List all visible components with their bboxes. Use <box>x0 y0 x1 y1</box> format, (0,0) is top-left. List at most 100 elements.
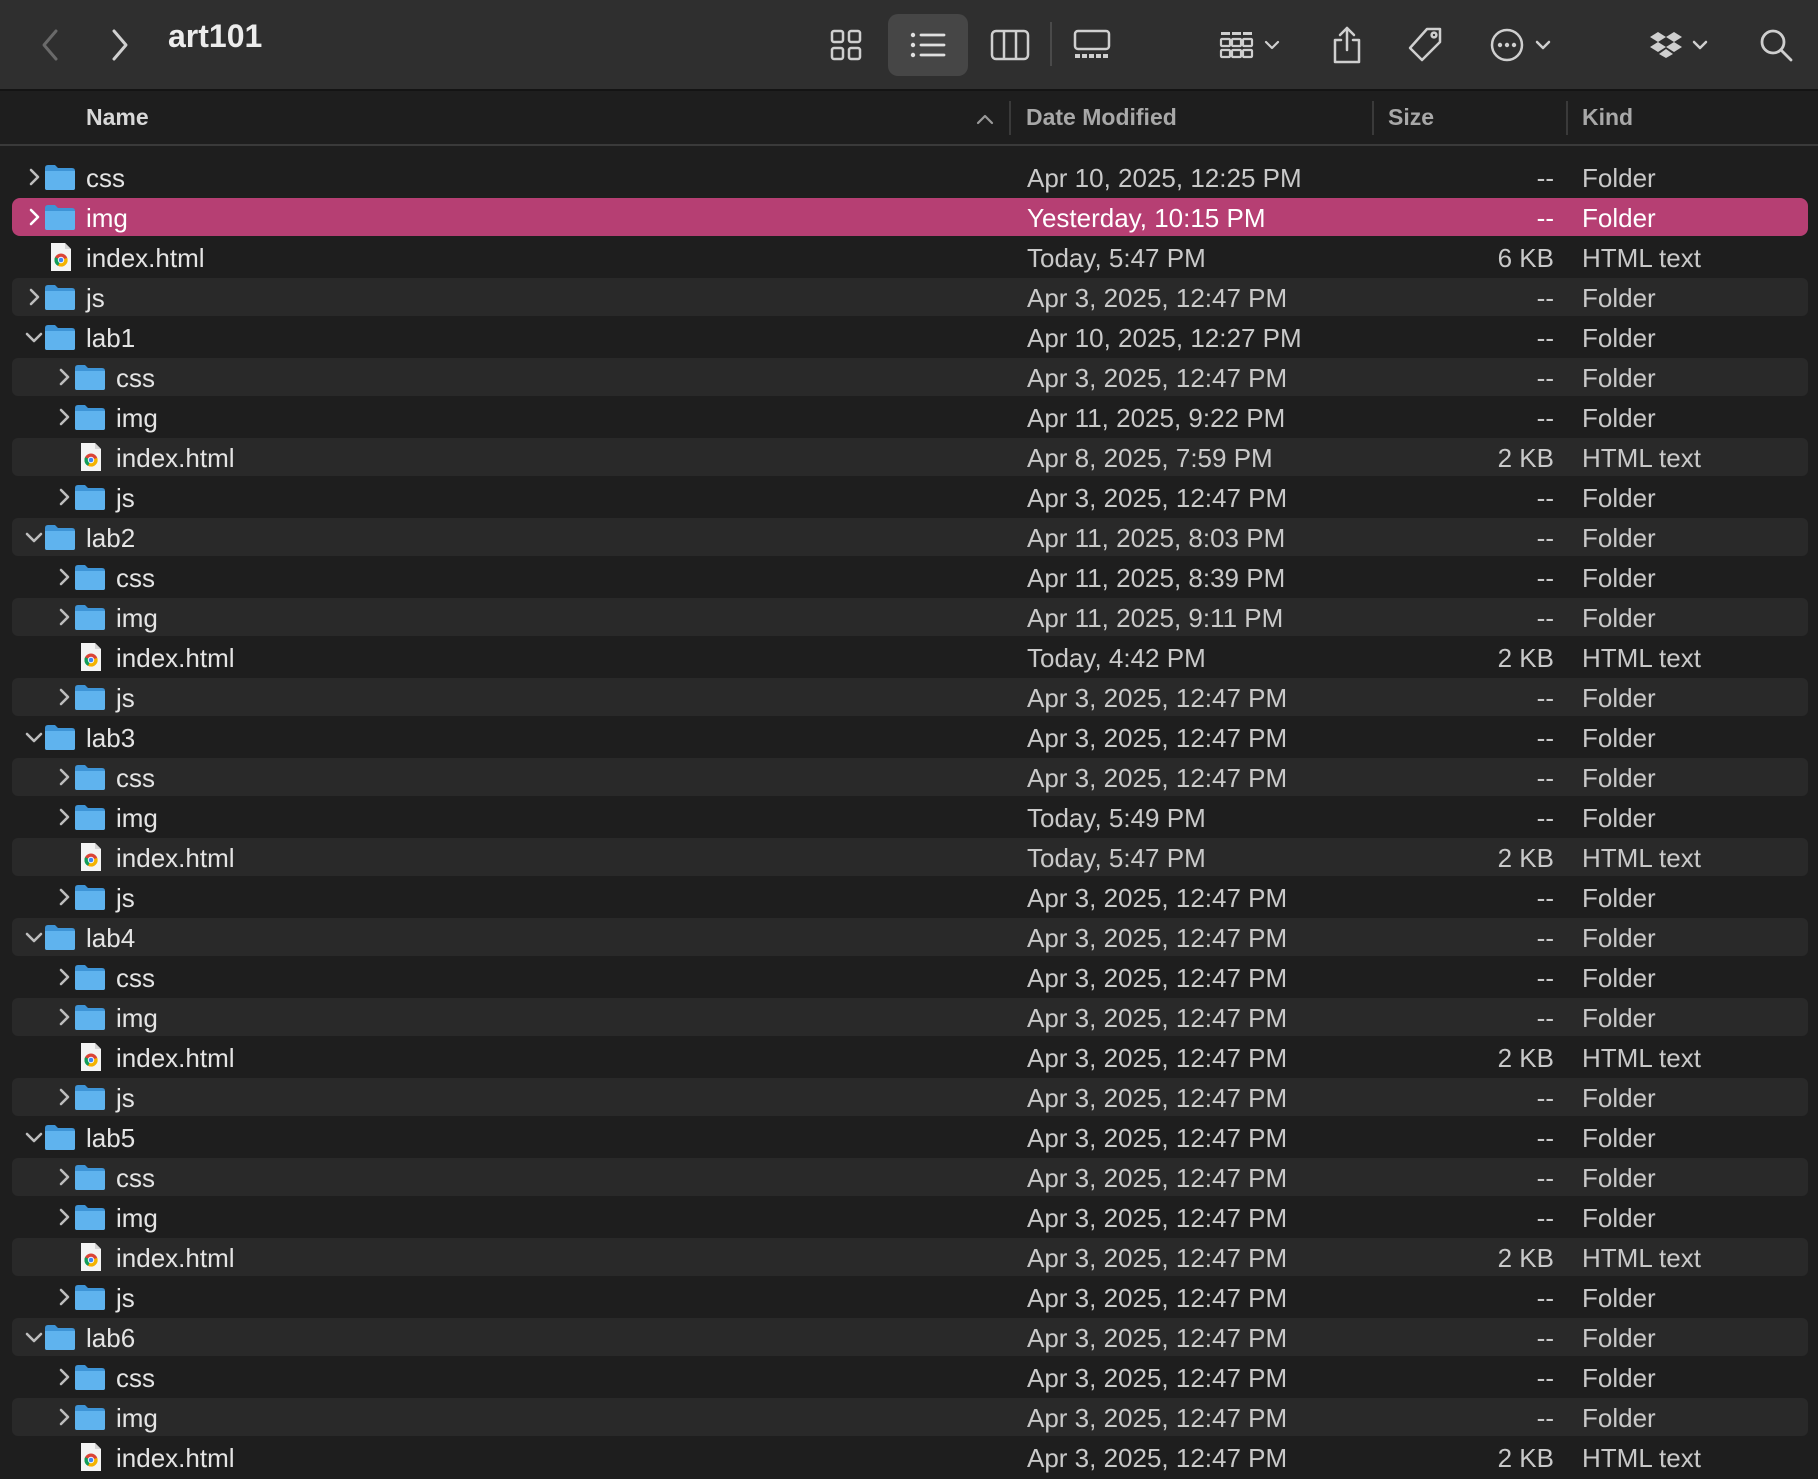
folder-row[interactable]: lab1 Apr 10, 2025, 12:27 PM -- Folder <box>12 318 1808 356</box>
folder-row[interactable]: lab5 Apr 3, 2025, 12:47 PM -- Folder <box>12 1118 1808 1156</box>
folder-row[interactable]: img Apr 3, 2025, 12:47 PM -- Folder <box>12 1398 1808 1436</box>
forward-icon[interactable] <box>100 14 140 76</box>
folder-row[interactable]: lab4 Apr 3, 2025, 12:47 PM -- Folder <box>12 918 1808 956</box>
item-name: index.html <box>116 1443 235 1473</box>
folder-row[interactable]: img Apr 11, 2025, 9:11 PM -- Folder <box>12 598 1808 636</box>
folder-row[interactable]: img Apr 3, 2025, 12:47 PM -- Folder <box>12 1198 1808 1236</box>
html-file-icon <box>74 842 106 879</box>
item-name: lab5 <box>86 1123 136 1153</box>
folder-row[interactable]: img Apr 3, 2025, 12:47 PM -- Folder <box>12 998 1808 1036</box>
folder-row[interactable]: img Today, 5:49 PM -- Folder <box>12 798 1808 836</box>
item-date-modified: Apr 3, 2025, 12:47 PM <box>1027 1443 1288 1473</box>
file-row[interactable]: index.html Apr 3, 2025, 12:47 PM 2 KB HTML … <box>12 1438 1808 1476</box>
item-size: 2 KB <box>1497 443 1554 473</box>
gallery-view-icon[interactable] <box>1064 14 1120 76</box>
folder-row[interactable]: js Apr 3, 2025, 12:47 PM -- Folder <box>12 678 1808 716</box>
chevron-right-icon[interactable] <box>52 885 76 909</box>
item-name: img <box>116 803 158 833</box>
column-separator[interactable] <box>1372 101 1374 135</box>
back-icon[interactable] <box>30 14 70 76</box>
folder-row[interactable]: js Apr 3, 2025, 12:47 PM -- Folder <box>12 478 1808 516</box>
column-separator[interactable] <box>1009 101 1011 135</box>
folder-row[interactable]: css Apr 3, 2025, 12:47 PM -- Folder <box>12 1158 1808 1196</box>
folder-row[interactable]: lab6 Apr 3, 2025, 12:47 PM -- Folder <box>12 1318 1808 1356</box>
chevron-right-icon[interactable] <box>52 1085 76 1109</box>
item-date-modified: Apr 3, 2025, 12:47 PM <box>1027 1363 1288 1393</box>
folder-row[interactable]: css Apr 3, 2025, 12:47 PM -- Folder <box>12 1358 1808 1396</box>
file-row[interactable]: index.html Today, 5:47 PM 6 KB HTML text <box>12 238 1808 276</box>
column-name[interactable]: Name <box>86 104 149 131</box>
item-kind: Folder <box>1582 723 1656 753</box>
item-name: index.html <box>116 443 235 473</box>
column-size[interactable]: Size <box>1388 104 1434 131</box>
chevron-down-icon[interactable] <box>22 525 46 549</box>
chevron-down-icon[interactable] <box>22 1325 46 1349</box>
folder-icon <box>74 362 106 399</box>
chevron-right-icon[interactable] <box>52 1205 76 1229</box>
column-separator[interactable] <box>1566 101 1568 135</box>
item-name: js <box>116 483 135 513</box>
folder-row[interactable]: js Apr 3, 2025, 12:47 PM -- Folder <box>12 1078 1808 1116</box>
dropbox-icon[interactable] <box>1648 14 1716 76</box>
item-size: -- <box>1536 1123 1554 1153</box>
folder-row[interactable]: js Apr 3, 2025, 12:47 PM -- Folder <box>12 278 1808 316</box>
chevron-right-icon[interactable] <box>52 765 76 789</box>
folder-row[interactable]: lab3 Apr 3, 2025, 12:47 PM -- Folder <box>12 718 1808 756</box>
chevron-down-icon[interactable] <box>22 1125 46 1149</box>
icon-view-icon[interactable] <box>818 14 874 76</box>
folder-row[interactable]: css Apr 3, 2025, 12:47 PM -- Folder <box>12 758 1808 796</box>
sort-ascending-icon[interactable] <box>975 101 995 141</box>
chevron-right-icon[interactable] <box>52 805 76 829</box>
folder-row[interactable]: img Apr 11, 2025, 9:22 PM -- Folder <box>12 398 1808 436</box>
folder-row[interactable]: css Apr 3, 2025, 12:47 PM -- Folder <box>12 958 1808 996</box>
chevron-down-icon[interactable] <box>22 725 46 749</box>
folder-row[interactable]: css Apr 3, 2025, 12:47 PM -- Folder <box>12 358 1808 396</box>
chevron-right-icon[interactable] <box>22 205 46 229</box>
list-view-icon[interactable] <box>888 14 968 76</box>
item-name: js <box>116 1083 135 1113</box>
item-name: js <box>116 1283 135 1313</box>
folder-row[interactable]: js Apr 3, 2025, 12:47 PM -- Folder <box>12 1278 1808 1316</box>
chevron-right-icon[interactable] <box>22 165 46 189</box>
folder-row[interactable]: lab2 Apr 11, 2025, 8:03 PM -- Folder <box>12 518 1808 556</box>
chevron-right-icon[interactable] <box>52 565 76 589</box>
chevron-right-icon[interactable] <box>52 1005 76 1029</box>
chevron-down-icon[interactable] <box>22 925 46 949</box>
chevron-right-icon[interactable] <box>52 1285 76 1309</box>
chevron-down-icon[interactable] <box>22 325 46 349</box>
chevron-right-icon[interactable] <box>52 685 76 709</box>
more-icon[interactable] <box>1484 14 1564 76</box>
folder-row[interactable]: css Apr 10, 2025, 12:25 PM -- Folder <box>12 158 1808 196</box>
search-icon[interactable] <box>1754 14 1798 76</box>
item-name: lab4 <box>86 923 136 953</box>
chevron-right-icon[interactable] <box>52 365 76 389</box>
file-row[interactable]: index.html Apr 3, 2025, 12:47 PM 2 KB HTML … <box>12 1238 1808 1276</box>
column-date-modified[interactable]: Date Modified <box>1026 104 1177 131</box>
chevron-right-icon[interactable] <box>52 485 76 509</box>
file-row[interactable]: index.html Today, 5:47 PM 2 KB HTML text <box>12 838 1808 876</box>
chevron-right-icon[interactable] <box>22 285 46 309</box>
item-name: img <box>116 403 158 433</box>
group-icon[interactable] <box>1212 14 1292 76</box>
chevron-right-icon[interactable] <box>52 1365 76 1389</box>
chevron-right-icon[interactable] <box>52 405 76 429</box>
chevron-right-icon[interactable] <box>52 1165 76 1189</box>
folder-row[interactable]: img Yesterday, 10:15 PM -- Folder <box>12 198 1808 236</box>
chevron-right-icon[interactable] <box>52 965 76 989</box>
folder-row[interactable]: css Apr 11, 2025, 8:39 PM -- Folder <box>12 558 1808 596</box>
chevron-right-icon[interactable] <box>52 605 76 629</box>
item-name: index.html <box>116 1243 235 1273</box>
item-kind: Folder <box>1582 803 1656 833</box>
column-view-icon[interactable] <box>982 14 1038 76</box>
chevron-right-icon[interactable] <box>52 1405 76 1429</box>
tag-icon[interactable] <box>1400 14 1450 76</box>
file-row[interactable]: index.html Apr 8, 2025, 7:59 PM 2 KB HTML t… <box>12 438 1808 476</box>
folder-row[interactable]: js Apr 3, 2025, 12:47 PM -- Folder <box>12 878 1808 916</box>
folder-icon <box>74 1082 106 1119</box>
item-size: -- <box>1536 1163 1554 1193</box>
column-kind[interactable]: Kind <box>1582 104 1633 131</box>
item-name: css <box>116 563 155 593</box>
file-row[interactable]: index.html Today, 4:42 PM 2 KB HTML text <box>12 638 1808 676</box>
share-icon[interactable] <box>1324 14 1370 76</box>
file-row[interactable]: index.html Apr 3, 2025, 12:47 PM 2 KB HTML … <box>12 1038 1808 1076</box>
